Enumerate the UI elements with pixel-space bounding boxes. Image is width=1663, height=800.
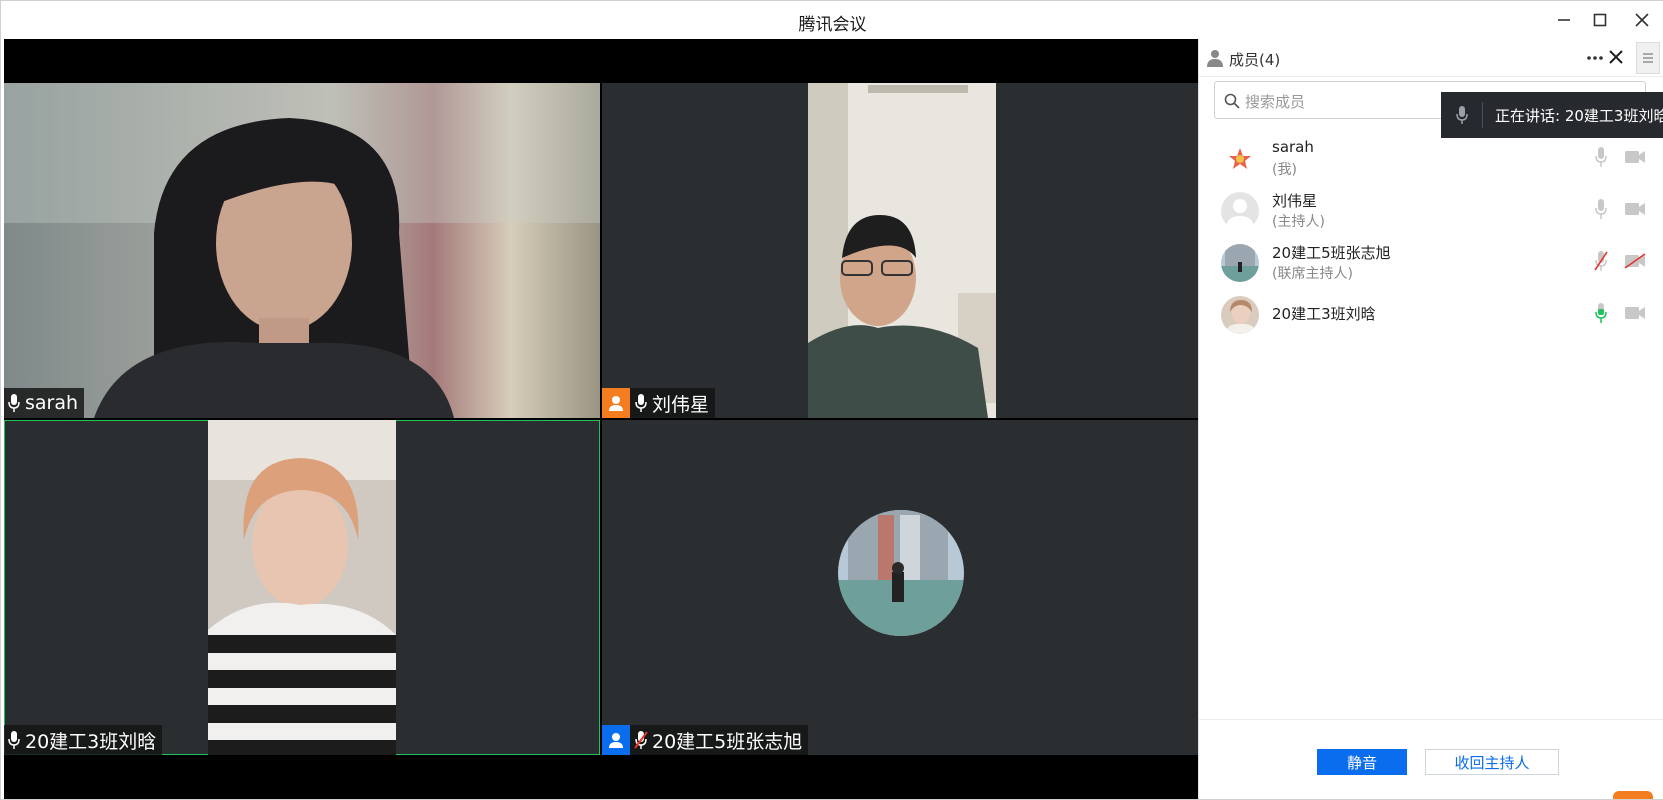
panel-footer: 静音 收回主持人 (1199, 719, 1663, 799)
panel-header: 成员(4) (1199, 39, 1663, 77)
speaking-toast: 正在讲话: 20建工3班刘晗 (1441, 92, 1663, 138)
tile-name-bar: 20建工3班刘晗 (4, 725, 163, 755)
revoke-host-button[interactable]: 收回主持人 (1425, 749, 1559, 775)
video-tile-zhangzhixu[interactable]: 20建工5班张志旭 (602, 420, 1198, 755)
tile-name: 20建工3班刘晗 (25, 730, 157, 753)
avatar (1221, 192, 1259, 230)
camera-icon[interactable] (1624, 305, 1646, 321)
cohost-badge (602, 725, 630, 755)
minimize-icon (1558, 19, 1570, 21)
member-row[interactable]: sarah (我) (1199, 132, 1663, 187)
mic-icon (635, 394, 647, 412)
participant-avatar (838, 510, 964, 636)
person-icon (609, 733, 623, 748)
maximize-icon (1593, 13, 1607, 27)
minimize-button[interactable] (1549, 7, 1579, 33)
member-role: (我) (1272, 162, 1297, 178)
tile-name: 刘伟星 (652, 393, 710, 416)
members-icon (1207, 50, 1223, 67)
member-row[interactable]: 刘伟星 (主持人) (1199, 184, 1663, 239)
camera-off-icon[interactable] (1624, 253, 1646, 269)
tile-name: 20建工5班张志旭 (652, 730, 803, 753)
member-name: 20建工5班张志旭 (1272, 244, 1391, 262)
tile-name-bar: 20建工5班张志旭 (602, 725, 809, 755)
tile-name-bar: sarah (4, 388, 85, 418)
video-stage: sarah 刘伟星 20建工3班刘晗 20建工5班张志旭 (4, 39, 1198, 799)
member-name: 刘伟星 (1272, 192, 1318, 210)
mic-muted-icon (634, 731, 648, 749)
maximize-button[interactable] (1585, 7, 1615, 33)
corner-accent (1613, 791, 1653, 799)
person-icon (609, 396, 623, 411)
speaking-text: 正在讲话: 20建工3班刘晗 (1495, 107, 1663, 125)
members-panel: 成员(4) 搜索成员 sarah (我) 刘伟星 (主持人) 20建工5班张志旭… (1198, 39, 1663, 799)
mute-all-button[interactable]: 静音 (1317, 749, 1407, 775)
avatar (1221, 296, 1259, 334)
video-tile-sarah[interactable]: sarah (4, 83, 600, 418)
search-icon (1224, 93, 1240, 109)
search-placeholder: 搜索成员 (1245, 93, 1306, 111)
mic-speaking-icon[interactable] (1594, 302, 1608, 324)
host-badge (602, 388, 630, 418)
video-tile-liuweixing[interactable]: 刘伟星 (602, 83, 1198, 418)
avatar (1221, 140, 1259, 178)
member-row[interactable]: 20建工5班张志旭 (联席主持人) (1199, 236, 1663, 291)
mic-icon (1456, 106, 1468, 124)
mic-icon (8, 394, 20, 412)
close-button[interactable] (1627, 7, 1657, 33)
close-icon (1635, 13, 1649, 27)
mic-icon[interactable] (1594, 146, 1608, 168)
video-tile-liuhan[interactable]: 20建工3班刘晗 (4, 420, 600, 755)
camera-icon[interactable] (1624, 201, 1646, 217)
mic-muted-icon[interactable] (1594, 250, 1608, 272)
panel-title: 成员(4) (1229, 51, 1281, 69)
member-name: 20建工3班刘晗 (1272, 305, 1376, 323)
toast-divider (1482, 102, 1483, 128)
avatar (1221, 244, 1259, 282)
member-row[interactable]: 20建工3班刘晗 (1199, 288, 1663, 343)
side-menu-button[interactable] (1636, 42, 1660, 74)
meeting-window: 腾讯会议 sarah 刘伟星 20建工3班刘晗 20建工5班张志旭 成员(4) … (0, 0, 1663, 800)
tile-name-bar: 刘伟星 (602, 388, 716, 418)
member-role: (联席主持人) (1272, 266, 1353, 282)
window-title: 腾讯会议 (798, 15, 867, 35)
participant-video (208, 420, 396, 755)
camera-icon[interactable] (1624, 149, 1646, 165)
menu-icon (1643, 53, 1653, 63)
member-name: sarah (1272, 138, 1314, 156)
more-options-icon[interactable] (1586, 51, 1604, 65)
close-panel-icon[interactable] (1609, 50, 1623, 64)
mic-icon (8, 731, 20, 749)
title-bar: 腾讯会议 (1, 1, 1663, 39)
tile-name: sarah (25, 392, 79, 414)
participant-video (808, 83, 996, 418)
mic-icon[interactable] (1594, 198, 1608, 220)
participant-video (4, 83, 600, 418)
member-role: (主持人) (1272, 214, 1325, 230)
